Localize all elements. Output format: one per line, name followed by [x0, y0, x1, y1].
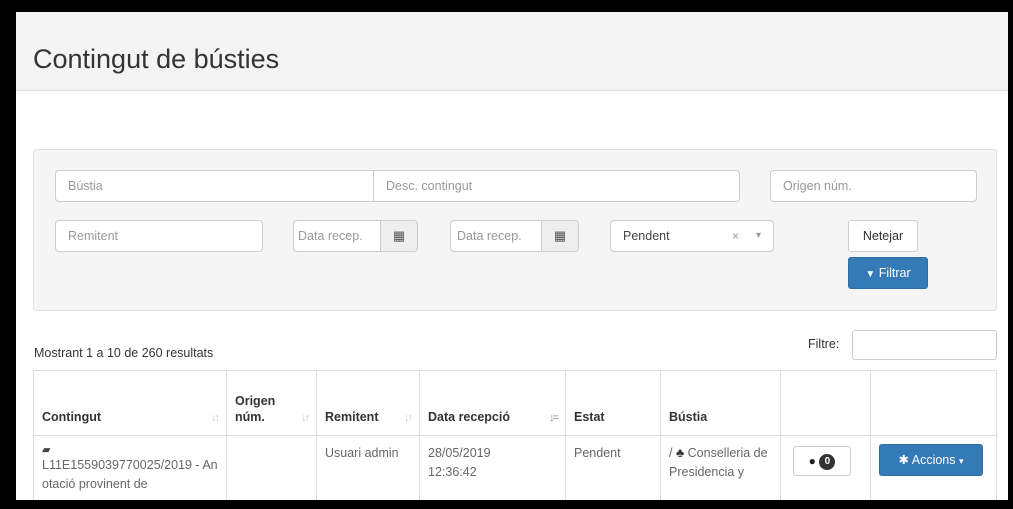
- data-recepcio-to-input[interactable]: Data recep.: [450, 220, 542, 252]
- calendar-from-button[interactable]: ▦: [380, 220, 418, 252]
- column-header-actions: [870, 370, 997, 436]
- table-row[interactable]: ▰ L11E1559039770025/2019 - Anotació prov…: [33, 435, 997, 500]
- netejar-button[interactable]: Netejar: [848, 220, 918, 252]
- bustia-prefix: /: [669, 446, 673, 460]
- sort-icon: ↓↑: [211, 412, 220, 424]
- cell-remitent: Usuari admin: [316, 435, 420, 500]
- comments-button[interactable]: ● 0: [793, 446, 851, 476]
- contingut-text: L11E1559039770025/2019 - Anotació provin…: [42, 458, 218, 491]
- column-header-origen[interactable]: Origen núm. ↓↑: [226, 370, 317, 436]
- calendar-to-button[interactable]: ▦: [541, 220, 579, 252]
- column-header-contingut[interactable]: Contingut ↓↑: [33, 370, 227, 436]
- column-header-remitent[interactable]: Remitent ↓↑: [316, 370, 420, 436]
- bustia-name: Conselleria de Presidencia y: [669, 446, 768, 479]
- sitemap-icon: ♣: [675, 446, 685, 460]
- accions-label: Accions: [911, 453, 956, 467]
- page-frame: Contingut de bústies Bústia Desc. contin…: [16, 12, 1008, 500]
- sort-icon: ↓↑: [301, 412, 310, 424]
- column-header-estat: Estat: [565, 370, 661, 436]
- comments-count-badge: 0: [819, 453, 836, 470]
- page-title: Contingut de bústies: [33, 44, 280, 74]
- caret-down-icon: ▾: [959, 456, 964, 466]
- estat-select[interactable]: Pendent × ▾: [610, 220, 774, 252]
- filter-panel: Bústia Desc. contingut Origen núm. Remit…: [33, 149, 997, 311]
- chevron-down-icon: ▾: [755, 230, 761, 241]
- column-header-messages: [780, 370, 871, 436]
- sort-icon: ↓↑: [404, 412, 413, 424]
- desc-contingut-input[interactable]: Desc. contingut: [373, 170, 740, 202]
- estat-selected-value: Pendent: [623, 229, 670, 243]
- accions-button[interactable]: ✱ Accions ▾: [879, 444, 983, 476]
- column-header-bustia: Bústia: [660, 370, 781, 436]
- data-recepcio-from-input[interactable]: Data recep.: [293, 220, 381, 252]
- results-summary: Mostrant 1 a 10 de 260 resultats: [34, 346, 214, 360]
- calendar-icon: ▦: [553, 228, 567, 243]
- sort-desc-icon: ↓=: [549, 412, 559, 424]
- column-header-data-recepcio[interactable]: Data recepció ↓=: [419, 370, 566, 436]
- cell-messages: ● 0: [780, 435, 871, 500]
- origen-num-input[interactable]: Origen núm.: [770, 170, 977, 202]
- results-table: Contingut ↓↑ Origen núm. ↓↑ Remitent ↓↑ …: [33, 370, 997, 500]
- cell-bustia: / ♣ Conselleria de Presidencia y: [660, 435, 781, 500]
- table-filter-label: Filtre:: [808, 337, 840, 351]
- table-filter-input[interactable]: [852, 330, 997, 360]
- cell-contingut: ▰ L11E1559039770025/2019 - Anotació prov…: [33, 435, 227, 500]
- cell-actions: ✱ Accions ▾: [870, 435, 997, 500]
- cell-estat: Pendent: [565, 435, 661, 500]
- filtrar-label: Filtrar: [878, 266, 911, 280]
- calendar-icon: ▦: [392, 228, 406, 243]
- clear-icon[interactable]: ×: [732, 221, 739, 251]
- page-header: Contingut de bústies: [16, 12, 1008, 91]
- gear-icon: ✱: [898, 453, 909, 467]
- cell-data-recepcio: 28/05/2019 12:36:42: [419, 435, 566, 500]
- table-header-row: Contingut ↓↑ Origen núm. ↓↑ Remitent ↓↑ …: [33, 370, 997, 436]
- remitent-input[interactable]: Remitent: [55, 220, 263, 252]
- comments-icon: ●: [808, 454, 816, 468]
- cell-origen: [226, 435, 317, 500]
- filter-icon: ▼: [865, 269, 876, 280]
- document-icon: ▰: [42, 444, 51, 456]
- filtrar-button[interactable]: ▼ Filtrar: [848, 257, 928, 289]
- bustia-filter-input[interactable]: Bústia: [55, 170, 375, 202]
